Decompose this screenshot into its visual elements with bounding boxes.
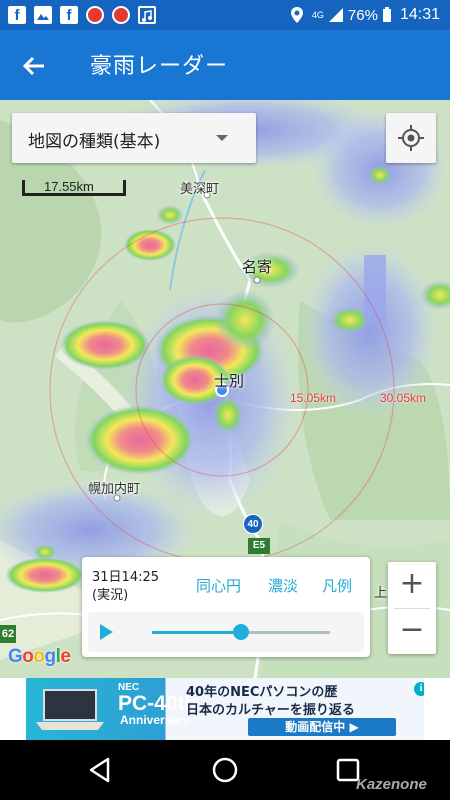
app-bar: 豪雨レーダー bbox=[0, 30, 450, 100]
ad-banner[interactable]: NEC PC-40th Anniversary 40年のNECパソコンの歴 日本… bbox=[0, 678, 450, 740]
search-app-icon bbox=[86, 6, 104, 24]
play-icon[interactable] bbox=[100, 624, 113, 640]
page-title: 豪雨レーダー bbox=[90, 54, 229, 79]
ad-headline: 40年のNECパソコンの歴 bbox=[186, 685, 338, 700]
chevron-down-icon bbox=[216, 135, 228, 141]
refresh-app-icon bbox=[112, 6, 130, 24]
ad-info-icon[interactable]: i bbox=[414, 682, 424, 696]
status-bar: f f 4G 76% 14:31 bbox=[0, 0, 450, 30]
facebook-icon: f bbox=[60, 6, 78, 24]
my-location-button[interactable] bbox=[386, 113, 436, 163]
ring-distance-label: 30.05km bbox=[380, 391, 427, 405]
scale-label: 17.55km bbox=[44, 179, 94, 194]
shade-toggle[interactable]: 濃淡 bbox=[268, 575, 298, 596]
location-pin-icon bbox=[290, 7, 303, 23]
music-note-icon bbox=[138, 6, 156, 24]
google-logo-letter: e bbox=[60, 646, 71, 667]
road-shield: 40 bbox=[243, 514, 263, 534]
time-slider-thumb[interactable] bbox=[233, 624, 249, 640]
back-button[interactable] bbox=[18, 50, 50, 82]
concentric-toggle[interactable]: 同心円 bbox=[196, 575, 241, 596]
ad-cta-button[interactable]: 動画配信中 ▶ bbox=[248, 718, 396, 736]
google-logo-letter: o bbox=[22, 646, 34, 667]
battery-icon bbox=[382, 7, 391, 22]
facebook-icon: f bbox=[8, 6, 26, 24]
nav-home-icon[interactable] bbox=[211, 756, 239, 784]
image-icon bbox=[34, 6, 52, 24]
place-label: 名寄 bbox=[242, 258, 273, 276]
radar-map[interactable]: 美深町 名寄 士別 幌加内町 上川 15.05km 30.05km 62 40 … bbox=[0, 100, 450, 678]
network-type: 4G bbox=[311, 10, 324, 20]
google-logo-letter: o bbox=[33, 646, 45, 667]
radar-control-panel: 31日14:25 (実況) 同心円 濃淡 凡例 bbox=[82, 557, 370, 657]
time-slider-fill bbox=[152, 631, 241, 634]
road-shield: 62 bbox=[0, 625, 16, 643]
clock: 14:31 bbox=[399, 6, 440, 23]
playback-bar bbox=[88, 612, 364, 652]
place-label: 美深町 bbox=[180, 182, 220, 197]
zoom-out-button[interactable]: − bbox=[388, 608, 436, 654]
map-type-dropdown[interactable]: 地図の種類(基本) bbox=[12, 113, 256, 163]
zoom-controls: + − bbox=[388, 562, 436, 654]
ring-distance-label: 15.05km bbox=[290, 391, 337, 405]
ad-headline-2: 日本のカルチャーを振り返る bbox=[186, 703, 355, 718]
battery-percent: 76% bbox=[347, 6, 378, 24]
signal-icon bbox=[328, 8, 343, 22]
ad-content[interactable]: NEC PC-40th Anniversary 40年のNECパソコンの歴 日本… bbox=[26, 678, 424, 740]
legend-button[interactable]: 凡例 bbox=[322, 575, 352, 596]
date-time-label: 31日14:25 bbox=[92, 570, 160, 585]
status-right: 4G 76% 14:31 bbox=[290, 5, 440, 25]
nav-back-icon[interactable] bbox=[86, 756, 114, 784]
arrow-left-icon bbox=[22, 56, 44, 76]
ad-subtitle: Anniversary bbox=[120, 713, 190, 727]
crosshair-icon bbox=[398, 125, 424, 151]
road-shield: E5 bbox=[248, 538, 270, 554]
ad-cta-label: 動画配信中 bbox=[285, 720, 346, 734]
google-logo: Google bbox=[8, 646, 71, 668]
map-type-label: 地図の種類(基本) bbox=[28, 132, 161, 152]
observation-time: 31日14:25 (実況) bbox=[92, 569, 159, 605]
place-label: 幌加内町 bbox=[88, 482, 141, 497]
google-logo-letter: g bbox=[44, 646, 57, 667]
google-logo-letter: G bbox=[8, 646, 23, 667]
mode-label: (実況) bbox=[92, 588, 129, 603]
zoom-in-button[interactable]: + bbox=[388, 562, 436, 608]
place-label: 士別 bbox=[214, 372, 245, 390]
watermark: Kazenone bbox=[356, 776, 427, 793]
laptop-image bbox=[36, 689, 104, 730]
system-nav-bar: Kazenone bbox=[0, 740, 450, 800]
